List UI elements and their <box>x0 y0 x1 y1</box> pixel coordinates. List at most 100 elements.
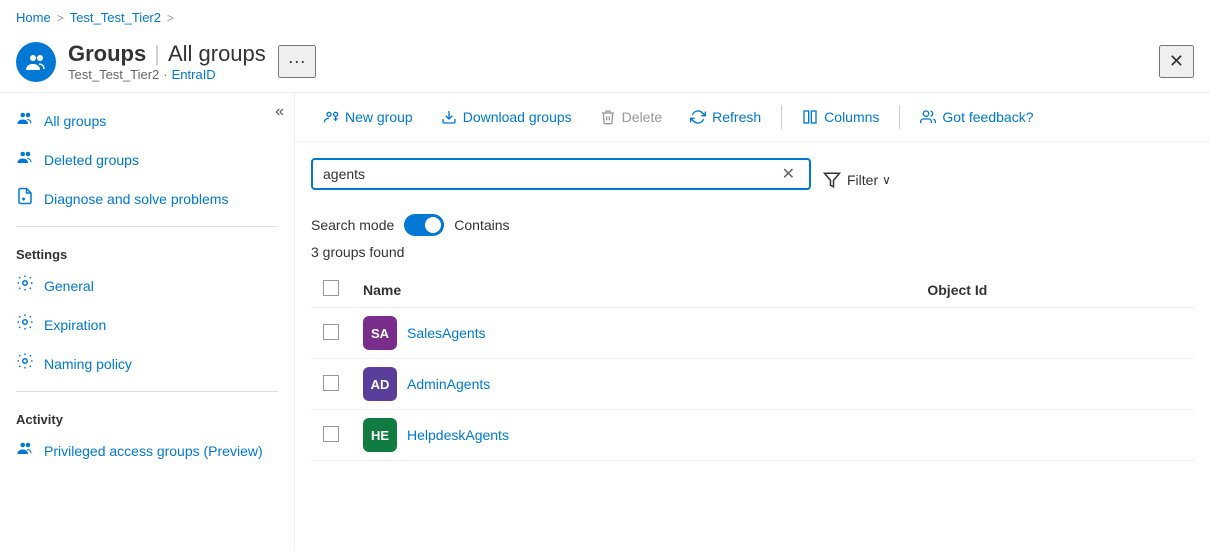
deleted-groups-icon <box>16 148 34 171</box>
search-mode-row: Search mode Contains <box>311 214 1194 236</box>
feedback-icon <box>920 109 936 125</box>
group-name-link[interactable]: SalesAgents <box>407 325 486 341</box>
row-name-cell: SA SalesAgents <box>351 308 915 359</box>
sidebar-item-diagnose[interactable]: Diagnose and solve problems <box>0 179 294 218</box>
row-name-cell: HE HelpdeskAgents <box>351 410 915 461</box>
download-icon <box>441 109 457 125</box>
refresh-button[interactable]: Refresh <box>678 103 773 131</box>
filter-label: Filter <box>847 172 878 188</box>
table-row: HE HelpdeskAgents <box>311 410 1194 461</box>
page-title: Groups <box>68 41 146 67</box>
new-group-label: New group <box>345 109 413 125</box>
columns-button[interactable]: Columns <box>790 103 891 131</box>
content-area: ✕ Filter ∨ Search mode Contains <box>295 142 1210 550</box>
sidebar-item-general[interactable]: General <box>0 266 294 305</box>
group-avatar: SA <box>363 316 397 350</box>
contains-label: Contains <box>454 217 509 233</box>
search-bar: ✕ <box>311 158 811 190</box>
toolbar-divider-2 <box>899 105 900 129</box>
group-avatar: HE <box>363 418 397 452</box>
search-mode-toggle[interactable] <box>404 214 444 236</box>
breadcrumb-sep1: > <box>57 11 64 25</box>
general-icon <box>16 274 34 297</box>
breadcrumb-home[interactable]: Home <box>16 10 51 25</box>
expiration-icon <box>16 313 34 336</box>
new-group-button[interactable]: New group <box>311 103 425 131</box>
main-layout: « All groups Deleted groups Diagnose and… <box>0 93 1210 550</box>
filter-section: Filter ∨ <box>823 171 891 189</box>
object-id-column-header: Object Id <box>915 272 1194 308</box>
collapse-sidebar-button[interactable]: « <box>265 97 294 127</box>
settings-section-title: Settings <box>0 235 294 266</box>
group-name-link[interactable]: AdminAgents <box>407 376 490 392</box>
main-content: New group Download groups Delete Refresh… <box>295 93 1210 550</box>
more-options-button[interactable]: ··· <box>278 45 316 78</box>
activity-divider <box>16 391 278 392</box>
name-cell: AD AdminAgents <box>363 367 903 401</box>
naming-policy-icon <box>16 352 34 375</box>
sidebar-label-all-groups: All groups <box>44 113 106 129</box>
delete-button[interactable]: Delete <box>588 103 674 131</box>
download-groups-label: Download groups <box>463 109 572 125</box>
diagnose-icon <box>16 187 34 210</box>
privileged-access-icon <box>16 439 34 462</box>
groups-table: Name Object Id SA SalesAgents <box>311 272 1194 461</box>
delete-icon <box>600 109 616 125</box>
row-object-id-cell <box>915 410 1194 461</box>
header-left: Groups | All groups Test_Test_Tier2 · En… <box>16 41 316 82</box>
row-checkbox[interactable] <box>323 375 339 391</box>
sidebar-item-deleted-groups[interactable]: Deleted groups <box>0 140 294 179</box>
got-feedback-label: Got feedback? <box>942 109 1033 125</box>
row-name-cell: AD AdminAgents <box>351 359 915 410</box>
tenant-name: EntraID <box>172 67 216 82</box>
refresh-label: Refresh <box>712 109 761 125</box>
breadcrumb: Home > Test_Test_Tier2 > <box>0 0 1210 35</box>
breadcrumb-item1[interactable]: Test_Test_Tier2 <box>70 10 161 25</box>
row-checkbox-cell <box>311 410 351 461</box>
results-count: 3 groups found <box>311 244 1194 260</box>
page-subtitle: All groups <box>168 41 266 67</box>
row-checkbox-cell <box>311 308 351 359</box>
table-row: AD AdminAgents <box>311 359 1194 410</box>
select-all-checkbox[interactable] <box>323 280 339 296</box>
sidebar-label-privileged-access: Privileged access groups (Preview) <box>44 443 263 459</box>
header-title-block: Groups | All groups Test_Test_Tier2 · En… <box>68 41 266 82</box>
search-input[interactable] <box>323 166 778 182</box>
new-group-icon <box>323 109 339 125</box>
row-checkbox[interactable] <box>323 426 339 442</box>
search-mode-label: Search mode <box>311 217 394 233</box>
title-separator: | <box>154 41 160 67</box>
activity-section-title: Activity <box>0 400 294 431</box>
toolbar: New group Download groups Delete Refresh… <box>295 93 1210 142</box>
clear-search-button[interactable]: ✕ <box>778 164 799 184</box>
name-cell: HE HelpdeskAgents <box>363 418 903 452</box>
org-sep: · <box>163 67 167 82</box>
sidebar-label-general: General <box>44 278 94 294</box>
columns-label: Columns <box>824 109 879 125</box>
name-column-header: Name <box>351 272 915 308</box>
breadcrumb-sep2: > <box>167 11 174 25</box>
sidebar-label-naming-policy: Naming policy <box>44 356 132 372</box>
sidebar-label-diagnose: Diagnose and solve problems <box>44 191 228 207</box>
table-row: SA SalesAgents <box>311 308 1194 359</box>
delete-label: Delete <box>622 109 662 125</box>
groups-icon <box>16 42 56 82</box>
filter-icon <box>823 171 841 189</box>
settings-divider <box>16 226 278 227</box>
columns-icon <box>802 109 818 125</box>
filter-button[interactable]: Filter ∨ <box>847 172 891 188</box>
sidebar-item-expiration[interactable]: Expiration <box>0 305 294 344</box>
got-feedback-button[interactable]: Got feedback? <box>908 103 1045 131</box>
sidebar-item-privileged-access[interactable]: Privileged access groups (Preview) <box>0 431 294 470</box>
select-all-header <box>311 272 351 308</box>
group-avatar: AD <box>363 367 397 401</box>
sidebar-label-expiration: Expiration <box>44 317 106 333</box>
toolbar-divider-1 <box>781 105 782 129</box>
download-groups-button[interactable]: Download groups <box>429 103 584 131</box>
row-checkbox[interactable] <box>323 324 339 340</box>
sidebar-label-deleted-groups: Deleted groups <box>44 152 139 168</box>
sidebar-item-naming-policy[interactable]: Naming policy <box>0 344 294 383</box>
group-name-link[interactable]: HelpdeskAgents <box>407 427 509 443</box>
sidebar-item-all-groups[interactable]: All groups <box>0 101 294 140</box>
close-button[interactable]: ✕ <box>1159 45 1194 78</box>
